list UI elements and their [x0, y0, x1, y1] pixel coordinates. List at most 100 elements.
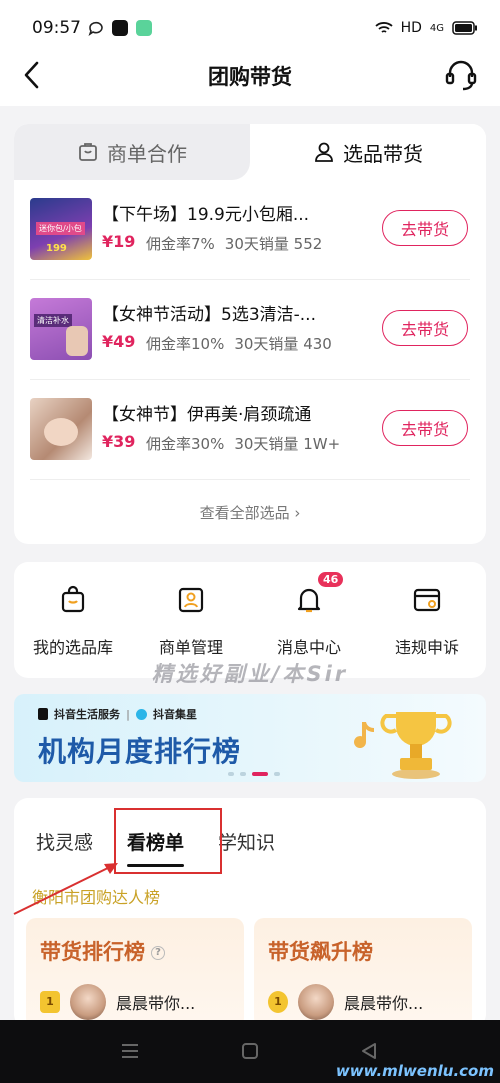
tool-label: 消息中心: [276, 638, 341, 657]
tab-knowledge[interactable]: 学知识: [218, 828, 275, 855]
thumb-figure: [66, 326, 88, 356]
site-watermark: www.mlwenlu.com: [335, 1062, 494, 1080]
product-name: 【女神节活动】5选3清洁-...: [102, 305, 316, 325]
help-icon[interactable]: ?: [151, 946, 165, 960]
product-price: ¥49: [102, 332, 136, 351]
commission-rate: 佣金率10%: [146, 335, 225, 353]
tab-product-selection[interactable]: 选品带货: [250, 124, 486, 180]
star-logo-icon: [136, 708, 148, 720]
tab-label: 商单合作: [107, 141, 187, 166]
promote-button[interactable]: 去带货: [382, 210, 468, 246]
product-item[interactable]: 清洁补水 【女神节活动】5选3清洁-... ¥49 佣金率10% 30天销量 43…: [30, 280, 470, 380]
status-time: 09:57: [32, 18, 81, 38]
product-item[interactable]: 迷你包/小包 199 【下午场】19.9元小包厢... ¥19 佣金率7% 30天…: [30, 180, 470, 280]
page-title: 团购带货: [208, 65, 292, 89]
watermark-text: 精选好副业/本Sir: [151, 662, 349, 686]
product-thumbnail: [30, 398, 92, 460]
avatar: [298, 984, 334, 1020]
wifi-icon: [374, 22, 393, 33]
city-ranking-label: 衡阳市团购达人榜: [32, 888, 161, 907]
chat-icon: [88, 21, 103, 36]
trophy-icon: [380, 712, 452, 779]
signal-label: 4G: [429, 22, 444, 34]
carousel-dot: [240, 772, 246, 776]
sales-ranking-card[interactable]: 带货排行榜? 1 晨晨带你...: [26, 918, 244, 1028]
promote-button[interactable]: 去带货: [382, 410, 468, 446]
carousel-dot-active: [252, 772, 268, 776]
brand-separator: |: [126, 707, 131, 721]
notification-icons: [88, 20, 152, 36]
product-item[interactable]: 【女神节】伊再美·肩颈疏通 ¥39 佣金率30% 30天销量 1W+ 去带货: [30, 380, 470, 480]
nav-bar: 团购带货: [0, 44, 500, 106]
medal-icon: 1: [40, 991, 60, 1013]
menu-icon[interactable]: [120, 1042, 140, 1060]
carousel-dots: [228, 772, 280, 776]
tool-label: 商单管理: [158, 638, 223, 657]
promote-button[interactable]: 去带货: [382, 310, 468, 346]
tab-label: 选品带货: [343, 141, 423, 166]
rank-card-title: 带货排行榜?: [40, 936, 165, 966]
bell-icon: [297, 588, 321, 613]
rank-row: 1 晨晨带你...: [40, 984, 195, 1020]
product-name: 【下午场】19.9元小包厢...: [102, 205, 310, 225]
tool-label: 违规申诉: [394, 638, 459, 657]
home-icon[interactable]: [241, 1042, 259, 1060]
view-all-link[interactable]: 查看全部选品 ›: [14, 502, 486, 523]
product-price: ¥19: [102, 232, 136, 251]
banner-brands: 抖音生活服务 | 抖音集星: [38, 706, 197, 722]
banner-title: 机构月度排行榜: [38, 735, 242, 768]
customer-service-icon[interactable]: [444, 58, 478, 92]
product-meta: 佣金率30% 30天销量 1W+: [146, 433, 340, 454]
tab-business-orders[interactable]: 商单合作: [14, 124, 250, 180]
rising-ranking-card[interactable]: 带货飙升榜 1 晨晨带你...: [254, 918, 472, 1028]
divider: [30, 479, 470, 480]
rank-card-title: 带货飙升榜: [268, 940, 373, 964]
status-right: HD 4G: [374, 20, 478, 36]
product-selection-card: 商单合作 选品带货 迷你包/小包 199 【下午场】19.9元小包厢... ¥1…: [14, 124, 486, 544]
annotation-highlight-box: [114, 808, 222, 874]
tab-inspiration[interactable]: 找灵感: [36, 828, 93, 855]
product-thumbnail: 迷你包/小包 199: [30, 198, 92, 260]
ranking-banner[interactable]: 抖音生活服务 | 抖音集星 机构月度排行榜: [14, 694, 486, 782]
commission-rate: 佣金率7%: [146, 235, 215, 253]
sales-count: 30天销量 430: [234, 335, 332, 353]
thumb-price-tag: 199: [46, 243, 67, 254]
rank-row: 1 晨晨带你...: [268, 984, 423, 1020]
user-name: 晨晨带你...: [344, 994, 424, 1013]
medal-icon: 1: [268, 991, 288, 1013]
product-name: 【女神节】伊再美·肩颈疏通: [102, 405, 312, 425]
appeal-card-icon: [413, 588, 441, 612]
user-icon: [315, 142, 333, 162]
network-label: HD: [400, 20, 422, 36]
thumb-caption: 迷你包/小包: [36, 222, 85, 235]
sales-count: 30天销量 552: [224, 235, 323, 253]
briefcase-icon: [79, 143, 97, 161]
product-meta: 佣金率10% 30天销量 430: [146, 333, 332, 354]
thumb-caption: 清洁补水: [34, 314, 72, 327]
product-meta: 佣金率7% 30天销量 552: [146, 233, 322, 254]
portrait-card-icon: [178, 587, 204, 613]
top-tabs: 商单合作 选品带货: [14, 124, 486, 180]
carousel-dot: [274, 772, 280, 776]
tiktok-icon: [38, 708, 48, 720]
avatar: [70, 984, 106, 1020]
music-note-icon: [354, 722, 374, 749]
carousel-dot: [228, 772, 234, 776]
sales-count: 30天销量 1W+: [234, 435, 341, 453]
tiktok-icon: [112, 20, 128, 36]
ranking-card: 找灵感 看榜单 学知识 衡阳市团购达人榜 带货排行榜? 1 晨晨带你... 带货…: [14, 798, 486, 1028]
app-icon: [136, 20, 152, 36]
back-triangle-icon[interactable]: [360, 1042, 378, 1060]
unread-badge: 46: [318, 572, 344, 587]
thumb-face: [44, 418, 78, 446]
tool-label: 我的选品库: [32, 638, 113, 657]
banner-brand-right: 抖音集星: [153, 708, 198, 721]
battery-icon: [452, 21, 477, 35]
product-thumbnail: 清洁补水: [30, 298, 92, 360]
commission-rate: 佣金率30%: [146, 435, 225, 453]
banner-brand-left: 抖音生活服务: [54, 708, 120, 721]
shopping-bag-icon: [61, 585, 85, 613]
product-price: ¥39: [102, 432, 136, 451]
user-name: 晨晨带你...: [116, 994, 196, 1013]
rank-card-title-text: 带货排行榜: [40, 940, 145, 964]
